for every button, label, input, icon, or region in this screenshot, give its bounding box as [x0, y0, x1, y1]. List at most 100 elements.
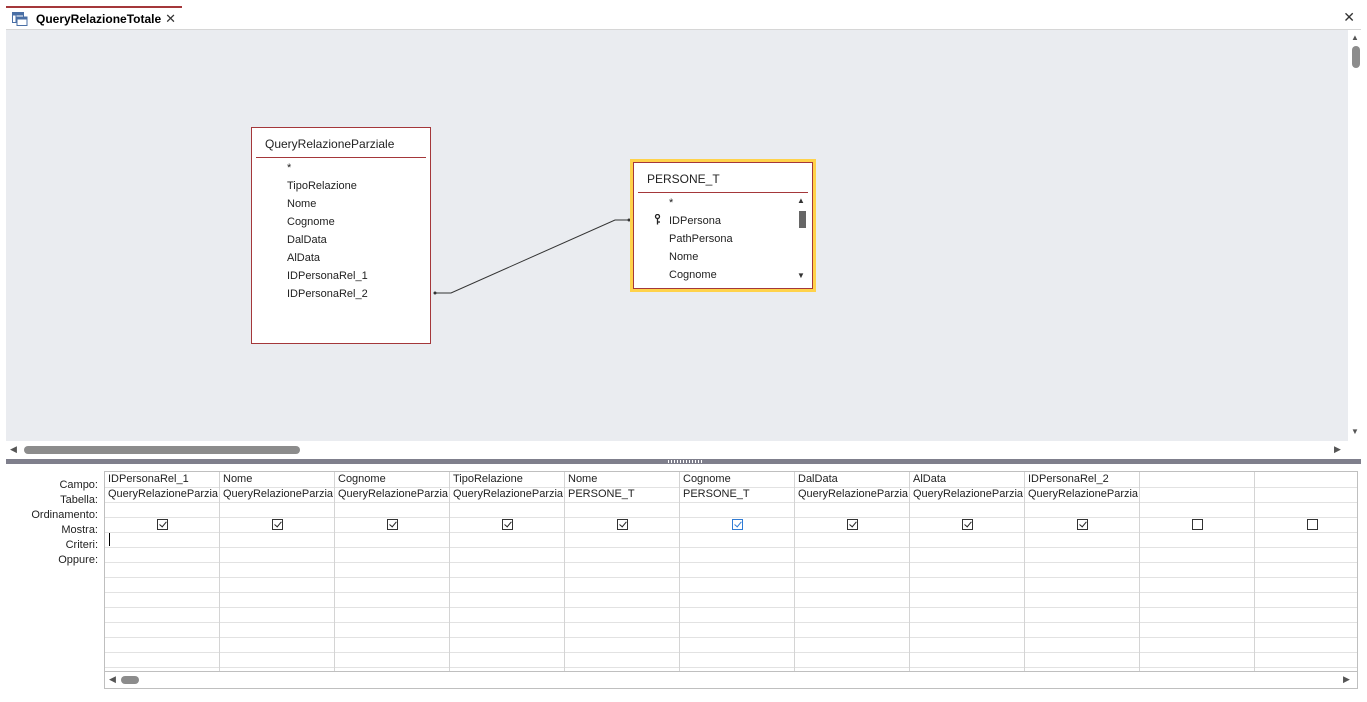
cell-criteri[interactable]: [223, 533, 333, 546]
field-list-item[interactable]: Nome: [287, 198, 316, 210]
field-list-item[interactable]: IDPersonaRel_2: [287, 288, 368, 300]
mostra-checkbox[interactable]: [272, 519, 283, 530]
cell-campo[interactable]: IDPersonaRel_2: [1028, 473, 1138, 485]
cell-tabella[interactable]: QueryRelazioneParzia: [798, 488, 908, 500]
cell-campo[interactable]: IDPersonaRel_1: [108, 473, 218, 485]
mostra-checkbox[interactable]: [732, 519, 743, 530]
cell-tabella[interactable]: QueryRelazioneParzia: [1028, 488, 1138, 500]
grid-horizontal-scrollbar[interactable]: ◀ ▶: [104, 672, 1358, 689]
cell-ordinamento[interactable]: [223, 503, 333, 516]
scroll-down-arrow-icon[interactable]: ▼: [797, 271, 805, 280]
cell-tabella[interactable]: PERSONE_T: [683, 488, 793, 500]
cell-oppure[interactable]: [453, 548, 563, 561]
cell-criteri[interactable]: [1258, 533, 1357, 546]
field-list-item[interactable]: IDPersona: [669, 215, 721, 227]
cell-criteri[interactable]: [1028, 533, 1138, 546]
cell-oppure[interactable]: [683, 548, 793, 561]
mostra-checkbox[interactable]: [157, 519, 168, 530]
cell-campo[interactable]: AlData: [913, 473, 1023, 485]
grid-column[interactable]: [1255, 472, 1357, 671]
cell-campo[interactable]: DalData: [798, 473, 908, 485]
grid-column[interactable]: Nome QueryRelazioneParzia: [220, 472, 335, 671]
mostra-checkbox[interactable]: [502, 519, 513, 530]
field-list-scrollbar[interactable]: ▲ ▼: [796, 196, 808, 284]
design-vertical-scrollbar[interactable]: ▲ ▼: [1349, 30, 1361, 441]
grid-column[interactable]: Cognome PERSONE_T: [680, 472, 795, 671]
grid-column[interactable]: IDPersonaRel_2 QueryRelazioneParzia: [1025, 472, 1140, 671]
grid-column[interactable]: IDPersonaRel_1 QueryRelazioneParzia: [105, 472, 220, 671]
field-list-item[interactable]: *: [669, 197, 673, 209]
field-list-item[interactable]: PathPersona: [669, 233, 733, 245]
table-persone-t[interactable]: PERSONE_T * IDPersona PathPersona Nome C…: [633, 162, 813, 289]
scroll-right-arrow-icon[interactable]: ▶: [1343, 674, 1350, 685]
cell-criteri[interactable]: [109, 533, 220, 546]
cell-oppure[interactable]: [798, 548, 908, 561]
mostra-checkbox[interactable]: [1077, 519, 1088, 530]
grid-column[interactable]: Nome PERSONE_T: [565, 472, 680, 671]
field-list-item[interactable]: DalData: [287, 234, 327, 246]
cell-campo[interactable]: Cognome: [683, 473, 793, 485]
query-design-area[interactable]: QueryRelazioneParziale * TipoRelazione N…: [6, 30, 1348, 441]
cell-tabella[interactable]: QueryRelazioneParzia: [108, 488, 218, 500]
cell-ordinamento[interactable]: [798, 503, 908, 516]
cell-ordinamento[interactable]: [913, 503, 1023, 516]
cell-oppure[interactable]: [108, 548, 218, 561]
cell-criteri[interactable]: [913, 533, 1023, 546]
cell-tabella[interactable]: QueryRelazioneParzia: [453, 488, 563, 500]
cell-ordinamento[interactable]: [1028, 503, 1138, 516]
grid-column[interactable]: TipoRelazione QueryRelazioneParzia: [450, 472, 565, 671]
grid-column[interactable]: [1140, 472, 1255, 671]
scroll-thumb[interactable]: [799, 211, 806, 228]
cell-criteri[interactable]: [338, 533, 448, 546]
scroll-thumb[interactable]: [121, 676, 139, 684]
mostra-checkbox[interactable]: [1307, 519, 1318, 530]
scroll-up-arrow-icon[interactable]: ▲: [797, 196, 805, 205]
field-list-item[interactable]: *: [287, 162, 291, 174]
mostra-checkbox[interactable]: [847, 519, 858, 530]
grid-column[interactable]: Cognome QueryRelazioneParzia: [335, 472, 450, 671]
cell-tabella[interactable]: QueryRelazioneParzia: [223, 488, 333, 500]
query-design-grid[interactable]: IDPersonaRel_1 QueryRelazioneParzia Nome Qu…: [104, 471, 1358, 672]
cell-criteri[interactable]: [568, 533, 678, 546]
cell-tabella[interactable]: QueryRelazioneParzia: [913, 488, 1023, 500]
cell-oppure[interactable]: [223, 548, 333, 561]
field-list-item[interactable]: Cognome: [669, 269, 717, 281]
cell-ordinamento[interactable]: [1258, 503, 1357, 516]
design-horizontal-scrollbar[interactable]: ◀ ▶: [6, 441, 1361, 458]
cell-oppure[interactable]: [338, 548, 448, 561]
cell-criteri[interactable]: [1143, 533, 1253, 546]
scroll-left-arrow-icon[interactable]: ◀: [10, 444, 17, 455]
field-list-item[interactable]: TipoRelazione: [287, 180, 357, 192]
field-list-item[interactable]: Nome: [669, 251, 698, 263]
cell-oppure[interactable]: [568, 548, 678, 561]
scroll-thumb[interactable]: [1352, 46, 1360, 68]
cell-tabella[interactable]: PERSONE_T: [568, 488, 678, 500]
cell-campo[interactable]: TipoRelazione: [453, 473, 563, 485]
cell-campo[interactable]: Nome: [568, 473, 678, 485]
mostra-checkbox[interactable]: [1192, 519, 1203, 530]
field-list-item[interactable]: IDPersonaRel_1: [287, 270, 368, 282]
cell-ordinamento[interactable]: [338, 503, 448, 516]
field-list-item[interactable]: AlData: [287, 252, 320, 264]
cell-criteri[interactable]: [683, 533, 793, 546]
table-query-relazione-parziale[interactable]: QueryRelazioneParziale * TipoRelazione N…: [251, 127, 431, 344]
document-close-icon[interactable]: ✕: [1343, 9, 1355, 26]
scroll-right-arrow-icon[interactable]: ▶: [1334, 444, 1341, 455]
cell-ordinamento[interactable]: [683, 503, 793, 516]
tab-close-icon[interactable]: ✕: [165, 11, 176, 27]
scroll-left-arrow-icon[interactable]: ◀: [109, 674, 116, 685]
grid-column[interactable]: AlData QueryRelazioneParzia: [910, 472, 1025, 671]
cell-campo[interactable]: Nome: [223, 473, 333, 485]
cell-tabella[interactable]: QueryRelazioneParzia: [338, 488, 448, 500]
cell-ordinamento[interactable]: [568, 503, 678, 516]
mostra-checkbox[interactable]: [962, 519, 973, 530]
cell-ordinamento[interactable]: [108, 503, 218, 516]
cell-oppure[interactable]: [1258, 548, 1357, 561]
mostra-checkbox[interactable]: [617, 519, 628, 530]
grid-column[interactable]: DalData QueryRelazioneParzia: [795, 472, 910, 671]
cell-oppure[interactable]: [1028, 548, 1138, 561]
scroll-down-arrow-icon[interactable]: ▼: [1350, 427, 1360, 437]
cell-ordinamento[interactable]: [453, 503, 563, 516]
cell-oppure[interactable]: [913, 548, 1023, 561]
cell-campo[interactable]: Cognome: [338, 473, 448, 485]
